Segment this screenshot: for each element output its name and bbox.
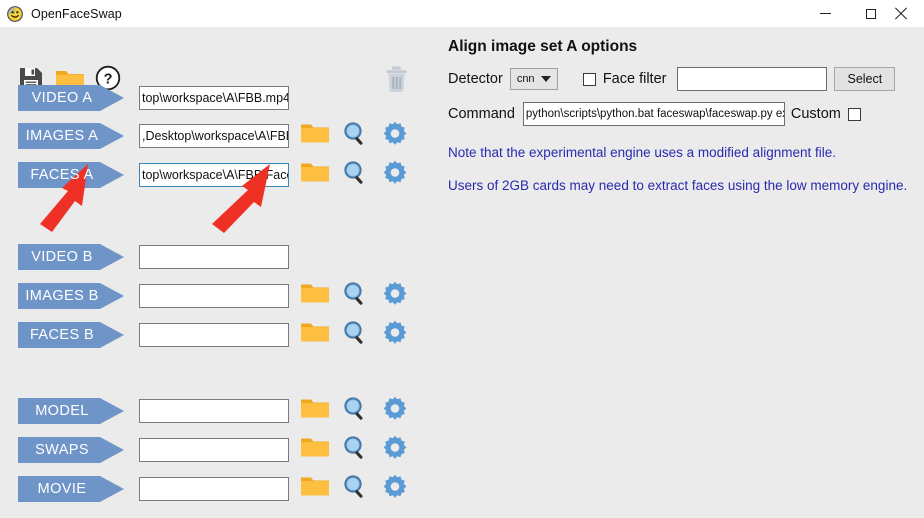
row-video-a: VIDEO A top\workspace\A\FBB.mp4 bbox=[0, 85, 289, 111]
close-button[interactable] bbox=[894, 0, 924, 27]
panel-title: Align image set A options bbox=[448, 38, 638, 55]
magnifier-icon[interactable] bbox=[342, 396, 368, 427]
right-panel: Align image set A options Detector cnn F… bbox=[448, 38, 924, 195]
input-images-a[interactable]: ,Desktop\workspace\A\FBB bbox=[139, 124, 289, 148]
folder-icon[interactable] bbox=[300, 475, 330, 504]
command-label: Command bbox=[448, 106, 515, 122]
command-row: Command python\scripts\python.bat facesw… bbox=[448, 102, 924, 126]
tag-model[interactable]: MODEL bbox=[18, 398, 124, 424]
tag-label: FACES B bbox=[29, 327, 95, 343]
folder-icon[interactable] bbox=[300, 436, 330, 465]
custom-group: Custom bbox=[791, 106, 861, 122]
folder-icon[interactable] bbox=[300, 282, 330, 311]
gear-icon[interactable] bbox=[382, 281, 408, 312]
row-faces-b: FACES B bbox=[0, 320, 407, 348]
tag-label: IMAGES A bbox=[25, 128, 99, 144]
icons-swaps bbox=[296, 435, 416, 466]
gear-icon[interactable] bbox=[382, 320, 408, 351]
input-faces-b[interactable] bbox=[139, 323, 289, 347]
tag-label: IMAGES B bbox=[25, 288, 99, 304]
gear-icon[interactable] bbox=[382, 121, 408, 152]
row-images-a: IMAGES A ,Desktop\workspace\A\FBB bbox=[0, 121, 407, 149]
tag-swaps[interactable]: SWAPS bbox=[18, 437, 124, 463]
magnifier-icon[interactable] bbox=[342, 121, 368, 152]
custom-label: Custom bbox=[790, 106, 841, 122]
folder-icon[interactable] bbox=[300, 321, 330, 350]
trash-icon bbox=[383, 65, 410, 100]
input-swaps[interactable] bbox=[139, 438, 289, 462]
window-title: OpenFaceSwap bbox=[31, 6, 122, 21]
tag-video-a[interactable]: VIDEO A bbox=[18, 85, 124, 111]
gear-icon[interactable] bbox=[382, 396, 408, 427]
maximize-button[interactable] bbox=[848, 0, 894, 27]
tag-label: SWAPS bbox=[35, 442, 89, 458]
gear-icon[interactable] bbox=[382, 474, 408, 505]
window-controls bbox=[802, 0, 924, 27]
tag-faces-a[interactable]: FACES A bbox=[18, 162, 124, 188]
input-video-b[interactable] bbox=[139, 245, 289, 269]
note-line-2: Users of 2GB cards may need to extract f… bbox=[448, 178, 908, 193]
magnifier-icon[interactable] bbox=[342, 435, 368, 466]
detector-select[interactable]: cnn bbox=[509, 68, 558, 90]
input-faces-a[interactable]: top\workspace \A\FBB\Face bbox=[139, 163, 289, 187]
face-filter-input[interactable] bbox=[677, 67, 828, 91]
minimize-button[interactable] bbox=[802, 0, 848, 27]
tag-label: FACES A bbox=[30, 167, 94, 183]
tag-label: MODEL bbox=[35, 403, 89, 419]
row-swaps: SWAPS bbox=[0, 435, 407, 463]
magnifier-icon[interactable] bbox=[342, 320, 368, 351]
title-bar: OpenFaceSwap bbox=[0, 0, 924, 27]
face-filter-group: Face filter bbox=[582, 71, 667, 87]
tag-video-b[interactable]: VIDEO B bbox=[18, 244, 124, 270]
magnifier-icon[interactable] bbox=[342, 160, 368, 191]
input-video-a[interactable]: top\workspace\A\FBB.mp4 bbox=[139, 86, 289, 110]
tag-images-b[interactable]: IMAGES B bbox=[18, 283, 124, 309]
detector-label: Detector bbox=[448, 71, 503, 87]
icons-model bbox=[296, 396, 416, 427]
maximize-icon bbox=[866, 8, 876, 19]
row-images-b: IMAGES B bbox=[0, 281, 407, 309]
folder-icon[interactable] bbox=[300, 122, 330, 151]
note-line-1: Note that the experimental engine uses a… bbox=[448, 145, 836, 160]
detector-row: Detector cnn Face filter Select bbox=[448, 67, 924, 91]
detector-value: cnn bbox=[516, 73, 535, 85]
icons-movie bbox=[296, 474, 416, 505]
folder-icon[interactable] bbox=[300, 397, 330, 426]
row-faces-a: FACES A top\workspace \A\FBB\Face bbox=[0, 160, 407, 188]
tag-label: VIDEO B bbox=[31, 249, 93, 265]
chevron-down-icon bbox=[540, 76, 551, 82]
tag-images-a[interactable]: IMAGES A bbox=[18, 123, 124, 149]
smiley-face-icon bbox=[7, 5, 23, 22]
tag-movie[interactable]: MOVIE bbox=[18, 476, 124, 502]
row-movie: MOVIE bbox=[0, 474, 407, 502]
minimize-icon bbox=[819, 13, 831, 14]
icons-images-a bbox=[296, 121, 416, 152]
custom-checkbox[interactable] bbox=[847, 107, 861, 121]
close-icon bbox=[896, 7, 910, 21]
folder-icon[interactable] bbox=[300, 161, 330, 190]
input-movie[interactable] bbox=[139, 477, 289, 501]
gear-icon[interactable] bbox=[382, 160, 408, 191]
face-filter-label: Face filter bbox=[602, 71, 667, 87]
gear-icon[interactable] bbox=[382, 435, 408, 466]
tag-label: MOVIE bbox=[37, 481, 87, 497]
input-images-b[interactable] bbox=[139, 284, 289, 308]
magnifier-icon[interactable] bbox=[342, 474, 368, 505]
command-input[interactable]: python\scripts\python.bat faceswap\faces… bbox=[522, 102, 785, 126]
icons-faces-b bbox=[296, 320, 416, 351]
face-filter-checkbox[interactable] bbox=[582, 72, 596, 86]
icons-images-b bbox=[296, 281, 416, 312]
input-model[interactable] bbox=[139, 399, 289, 423]
icons-faces-a bbox=[296, 160, 416, 191]
magnifier-icon[interactable] bbox=[342, 281, 368, 312]
select-button[interactable]: Select bbox=[834, 67, 896, 91]
tag-faces-b[interactable]: FACES B bbox=[18, 322, 124, 348]
row-model: MODEL bbox=[0, 396, 407, 424]
row-video-b: VIDEO B bbox=[0, 244, 289, 270]
tag-label: VIDEO A bbox=[31, 90, 93, 106]
